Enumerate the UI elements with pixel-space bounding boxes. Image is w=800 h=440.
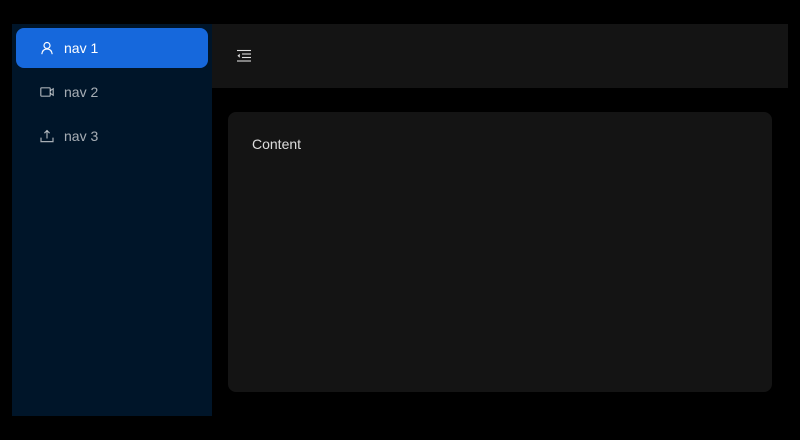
video-camera-icon bbox=[40, 85, 54, 99]
upload-icon bbox=[40, 129, 54, 143]
sidebar-item-nav-3[interactable]: nav 3 bbox=[16, 116, 208, 156]
menu-fold-icon[interactable] bbox=[236, 48, 252, 64]
sidebar-item-label: nav 3 bbox=[64, 128, 99, 144]
sidebar-item-nav-1[interactable]: nav 1 bbox=[16, 28, 208, 68]
header bbox=[212, 24, 788, 88]
user-icon bbox=[40, 41, 54, 55]
sidebar-item-label: nav 2 bbox=[64, 84, 99, 100]
main-area: Content bbox=[212, 24, 788, 416]
sidebar-item-label: nav 1 bbox=[64, 40, 99, 56]
sidebar: nav 1 nav 2 nav 3 bbox=[12, 24, 212, 416]
content-panel: Content bbox=[228, 112, 772, 392]
sidebar-item-nav-2[interactable]: nav 2 bbox=[16, 72, 208, 112]
app-layout: nav 1 nav 2 nav 3 Content bbox=[12, 24, 788, 416]
content-text: Content bbox=[252, 136, 302, 152]
